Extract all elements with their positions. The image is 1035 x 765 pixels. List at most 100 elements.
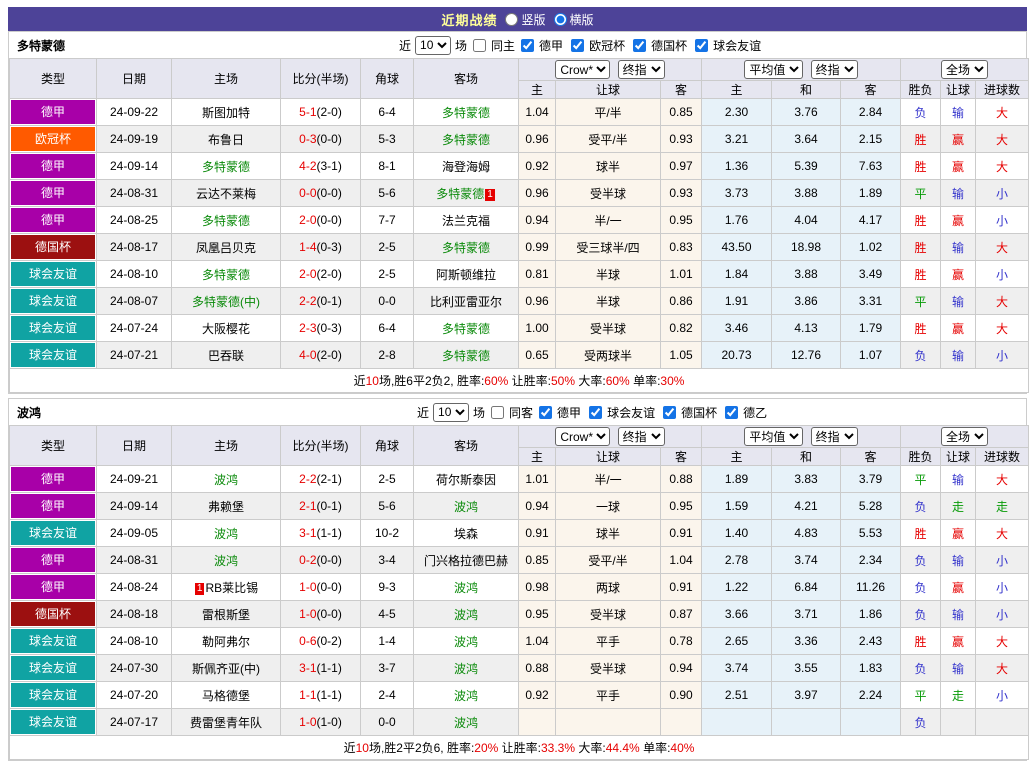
col-header-corner: 角球 (361, 426, 414, 466)
home-team[interactable]: 云达不莱梅 (172, 180, 281, 207)
result-outcome: 负 (901, 547, 941, 574)
away-team[interactable]: 多特蒙德 (414, 234, 519, 261)
goals-outcome: 小 (976, 547, 1029, 574)
match-row: 球会友谊 24-08-07 多特蒙德(中) 2-2(0-1) 0-0 比利亚雷亚… (10, 288, 1029, 315)
horizontal-radio[interactable] (554, 13, 567, 26)
fulltime-score: 4-0 (299, 348, 316, 362)
away-team[interactable]: 比利亚雷亚尔 (414, 288, 519, 315)
vertical-radio[interactable] (505, 13, 518, 26)
league-checkbox-1[interactable] (589, 406, 602, 419)
away-team[interactable]: 多特蒙德 (414, 99, 519, 126)
final-odds-select[interactable]: 终指 (618, 427, 665, 446)
league-checkbox-2[interactable] (633, 39, 646, 52)
home-team[interactable]: 布鲁日 (172, 126, 281, 153)
bookmaker-select[interactable]: Crow* (555, 427, 610, 446)
bookmaker-select[interactable]: Crow* (555, 60, 610, 79)
full-match-select[interactable]: 全场 (941, 427, 988, 446)
avg-draw-odds: 6.84 (772, 574, 841, 601)
away-team[interactable]: 波鸿 (414, 601, 519, 628)
home-team[interactable]: 多特蒙德(中) (172, 288, 281, 315)
full-match-select[interactable]: 全场 (941, 60, 988, 79)
layout-option-horizontal[interactable]: 横版 (554, 11, 594, 28)
avg-home-odds: 1.36 (702, 153, 772, 180)
halftime-score: (1-1) (317, 526, 342, 540)
league-badge-label: 德甲 (11, 100, 95, 124)
away-team[interactable]: 荷尔斯泰因 (414, 466, 519, 493)
away-team[interactable]: 海登海姆 (414, 153, 519, 180)
away-team[interactable]: 波鸿 (414, 682, 519, 709)
corner-score: 10-2 (361, 520, 414, 547)
home-team[interactable]: 多特蒙德 (172, 261, 281, 288)
home-team[interactable]: 勒阿弗尔 (172, 628, 281, 655)
final-odds-select[interactable]: 终指 (618, 60, 665, 79)
away-team[interactable]: 法兰克福 (414, 207, 519, 234)
fulltime-score: 0-0 (299, 186, 316, 200)
home-team[interactable]: 波鸿 (172, 520, 281, 547)
home-team-name: 凤凰吕贝克 (196, 241, 256, 255)
away-team[interactable]: 波鸿 (414, 655, 519, 682)
league-badge: 球会友谊 (10, 520, 97, 547)
league-badge-label: 德甲 (11, 467, 95, 491)
match-date: 24-09-19 (97, 126, 172, 153)
handicap-line: 平手 (556, 682, 661, 709)
home-team[interactable]: 斯佩齐亚(中) (172, 655, 281, 682)
league-badge-label: 德甲 (11, 154, 95, 178)
final-odds-select-2[interactable]: 终指 (811, 60, 858, 79)
league-checkbox-1[interactable] (571, 39, 584, 52)
home-team[interactable]: 弗赖堡 (172, 493, 281, 520)
away-team[interactable]: 波鸿 (414, 628, 519, 655)
home-team[interactable]: 凤凰吕贝克 (172, 234, 281, 261)
average-select[interactable]: 平均值 (744, 427, 803, 446)
halftime-score: (2-0) (317, 348, 342, 362)
goals-outcome: 大 (976, 466, 1029, 493)
avg-away-odds: 7.63 (841, 153, 901, 180)
league-checkbox-3[interactable] (695, 39, 708, 52)
full-match-group: 全场 (901, 59, 1029, 81)
league-checkbox-2[interactable] (663, 406, 676, 419)
halftime-score: (1-0) (317, 715, 342, 729)
league-checkbox-3[interactable] (725, 406, 738, 419)
away-team[interactable]: 埃森 (414, 520, 519, 547)
home-team[interactable]: 巴吞联 (172, 342, 281, 369)
home-team[interactable]: 大阪樱花 (172, 315, 281, 342)
avg-draw-odds: 3.55 (772, 655, 841, 682)
home-team[interactable]: 斯图加特 (172, 99, 281, 126)
home-team[interactable]: 雷根斯堡 (172, 601, 281, 628)
results-table-dortmund: 类型 日期 主场 比分(半场) 角球 客场 Crow* 终指 平均值 终指 (9, 58, 1029, 393)
away-team[interactable]: 波鸿 (414, 574, 519, 601)
away-team[interactable]: 多特蒙德1 (414, 180, 519, 207)
league-checkbox-0[interactable] (521, 39, 534, 52)
away-team[interactable]: 波鸿 (414, 493, 519, 520)
match-row: 球会友谊 24-07-17 费雷堡青年队 1-0(1-0) 0-0 波鸿 负 (10, 709, 1029, 736)
average-select[interactable]: 平均值 (744, 60, 803, 79)
match-date: 24-08-10 (97, 628, 172, 655)
match-count-select[interactable]: 10 (415, 36, 451, 55)
match-count-select[interactable]: 10 (433, 403, 469, 422)
fulltime-score: 2-2 (299, 472, 316, 486)
away-team[interactable]: 门兴格拉德巴赫 (414, 547, 519, 574)
home-team[interactable]: 多特蒙德 (172, 207, 281, 234)
avg-away-odds: 1.07 (841, 342, 901, 369)
home-team[interactable]: 1RB莱比锡 (172, 574, 281, 601)
same-home-checkbox[interactable] (473, 39, 486, 52)
away-team[interactable]: 阿斯顿维拉 (414, 261, 519, 288)
away-team[interactable]: 波鸿 (414, 709, 519, 736)
away-team[interactable]: 多特蒙德 (414, 126, 519, 153)
home-team[interactable]: 波鸿 (172, 547, 281, 574)
avg-away-odds: 1.89 (841, 180, 901, 207)
home-team[interactable]: 多特蒙德 (172, 153, 281, 180)
layout-option-vertical[interactable]: 竖版 (505, 11, 545, 28)
home-team[interactable]: 费雷堡青年队 (172, 709, 281, 736)
home-team-name: 云达不莱梅 (196, 187, 256, 201)
away-team[interactable]: 多特蒙德 (414, 315, 519, 342)
final-odds-select-2[interactable]: 终指 (811, 427, 858, 446)
avg-home-odds: 2.65 (702, 628, 772, 655)
red-card-badge: 1 (195, 583, 205, 595)
home-team[interactable]: 马格德堡 (172, 682, 281, 709)
away-team[interactable]: 多特蒙德 (414, 342, 519, 369)
league-checkbox-0[interactable] (539, 406, 552, 419)
same-away-checkbox[interactable] (491, 406, 504, 419)
home-team-name: 雷根斯堡 (202, 608, 250, 622)
home-team[interactable]: 波鸿 (172, 466, 281, 493)
goals-outcome: 大 (976, 655, 1029, 682)
